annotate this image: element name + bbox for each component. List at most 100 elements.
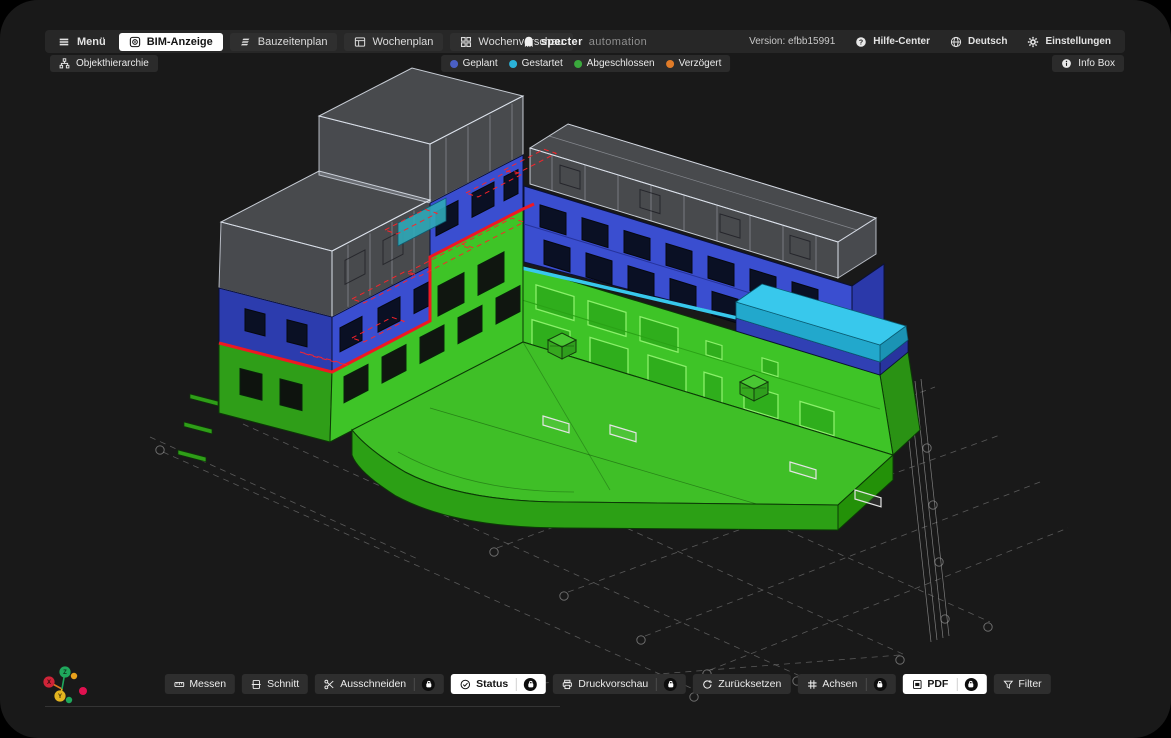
toolbar-button-label: Zurücksetzen [718, 678, 781, 690]
filter-funnel-icon [1002, 679, 1013, 690]
toolbar-button-achsen[interactable]: Achsen [797, 674, 895, 694]
top-bar: Menü BIM-Anzeige Bauzeitenplan [45, 30, 1125, 53]
schedule-layers-icon [240, 36, 252, 48]
status-legend: Geplant Gestartet Abgeschlossen Verzöger… [441, 55, 731, 72]
brand-logo: specter automation [523, 30, 647, 53]
toolbar-button-ausschneiden[interactable]: Ausschneiden [315, 674, 444, 694]
pdf-export-icon [911, 679, 922, 690]
tab-label: Bauzeitenplan [258, 36, 328, 48]
help-icon: ? [855, 36, 867, 48]
tab-label: Wochenplan [372, 36, 433, 48]
help-label: Hilfe-Center [873, 36, 930, 47]
legend-dot-gestartet [509, 60, 517, 68]
gizmo-x-label: X [47, 680, 51, 686]
topbar-actions: Version: efbb15991 ? Hilfe-Center Deutsc… [749, 36, 1125, 48]
lock-segment [865, 678, 886, 691]
lock-toggle[interactable] [422, 678, 435, 691]
toolbar-button-label: Messen [189, 678, 226, 690]
bim-viewport-canvas[interactable] [0, 0, 1171, 738]
brand-name: specter [541, 36, 583, 48]
tab-label: BIM-Anzeige [147, 36, 213, 48]
viewport-baseline [45, 706, 560, 707]
week-table-icon [354, 36, 366, 48]
gizmo-y-label: Y [58, 694, 62, 700]
legend-item-geplant: Geplant [450, 58, 498, 69]
menu-label: Menü [77, 36, 106, 48]
toolbar-button-label: Ausschneiden [340, 678, 406, 690]
lock-segment [414, 678, 435, 691]
lock-segment [656, 678, 677, 691]
hierarchy-tree-icon [59, 58, 70, 69]
section-cut-icon [251, 679, 262, 690]
legend-label: Verzögert [679, 58, 722, 69]
legend-item-verzoegert: Verzögert [666, 58, 722, 69]
settings-label: Einstellungen [1045, 36, 1111, 47]
lock-icon [425, 680, 433, 688]
object-hierarchy-button[interactable]: Objekthierarchie [50, 55, 158, 72]
status-check-icon [460, 679, 471, 690]
lock-toggle[interactable] [873, 678, 886, 691]
reset-icon [702, 679, 713, 690]
globe-icon [950, 36, 962, 48]
printer-icon [562, 679, 573, 690]
viewer-toolbar: Messen Schnitt Ausschneiden [164, 674, 1050, 694]
legend-label: Gestartet [522, 58, 563, 69]
language-label: Deutsch [968, 36, 1007, 47]
lock-toggle[interactable] [524, 678, 537, 691]
lock-icon [967, 680, 975, 688]
lock-icon [667, 680, 675, 688]
toolbar-button-label: Schnitt [267, 678, 299, 690]
main-tabs: BIM-Anzeige Bauzeitenplan Wochenplan [119, 33, 573, 51]
help-center-button[interactable]: ? Hilfe-Center [855, 36, 930, 48]
menu-button[interactable]: Menü [45, 36, 119, 48]
lock-segment [956, 678, 977, 691]
measure-icon [173, 679, 184, 690]
lock-toggle[interactable] [964, 678, 977, 691]
info-box-button[interactable]: Info Box [1052, 55, 1124, 72]
svg-text:?: ? [859, 39, 863, 46]
toolbar-button-messen[interactable]: Messen [164, 674, 235, 694]
lock-segment [516, 678, 537, 691]
legend-dot-verzoegert [666, 60, 674, 68]
legend-label: Abgeschlossen [587, 58, 655, 69]
toolbar-button-label: PDF [927, 678, 948, 690]
brand-suffix: automation [589, 36, 647, 48]
toolbar-button-label: Filter [1018, 678, 1041, 690]
toolbar-button-pdf[interactable]: PDF [902, 674, 986, 694]
version-label: Version: efbb15991 [749, 36, 835, 47]
legend-label: Geplant [463, 58, 498, 69]
language-button[interactable]: Deutsch [950, 36, 1007, 48]
toolbar-button-status[interactable]: Status [451, 674, 546, 694]
lock-icon [876, 680, 884, 688]
legend-dot-abgeschlossen [574, 60, 582, 68]
lock-toggle[interactable] [664, 678, 677, 691]
toolbar-button-label: Druckvorschau [578, 678, 648, 690]
legend-item-abgeschlossen: Abgeschlossen [574, 58, 655, 69]
toolbar-button-druckvorschau[interactable]: Druckvorschau [553, 674, 686, 694]
orientation-gizmo[interactable]: Z X Y [36, 660, 106, 718]
info-box-label: Info Box [1078, 58, 1115, 69]
toolbar-button-schnitt[interactable]: Schnitt [242, 674, 308, 694]
gear-icon [1027, 36, 1039, 48]
ghost-logo-icon [523, 36, 535, 48]
scissors-icon [324, 679, 335, 690]
info-icon [1061, 58, 1072, 69]
toolbar-button-label: Status [476, 678, 508, 690]
toolbar-button-zuruecksetzen[interactable]: Zurücksetzen [693, 674, 790, 694]
bim-view-icon [129, 36, 141, 48]
app-window: Menü BIM-Anzeige Bauzeitenplan [0, 0, 1171, 738]
tab-bauzeitenplan[interactable]: Bauzeitenplan [230, 33, 338, 51]
legend-dot-geplant [450, 60, 458, 68]
gizmo-z-label: Z [63, 670, 67, 676]
legend-item-gestartet: Gestartet [509, 58, 563, 69]
tab-bim-anzeige[interactable]: BIM-Anzeige [119, 33, 223, 51]
viewport-frame: Menü BIM-Anzeige Bauzeitenplan [0, 0, 1171, 738]
axes-grid-icon [806, 679, 817, 690]
object-hierarchy-label: Objekthierarchie [76, 58, 149, 69]
hamburger-icon [58, 36, 70, 48]
settings-button[interactable]: Einstellungen [1027, 36, 1111, 48]
toolbar-button-label: Achsen [822, 678, 857, 690]
tab-wochenplan[interactable]: Wochenplan [344, 33, 443, 51]
toolbar-button-filter[interactable]: Filter [993, 674, 1050, 694]
grid-squares-icon [460, 36, 472, 48]
